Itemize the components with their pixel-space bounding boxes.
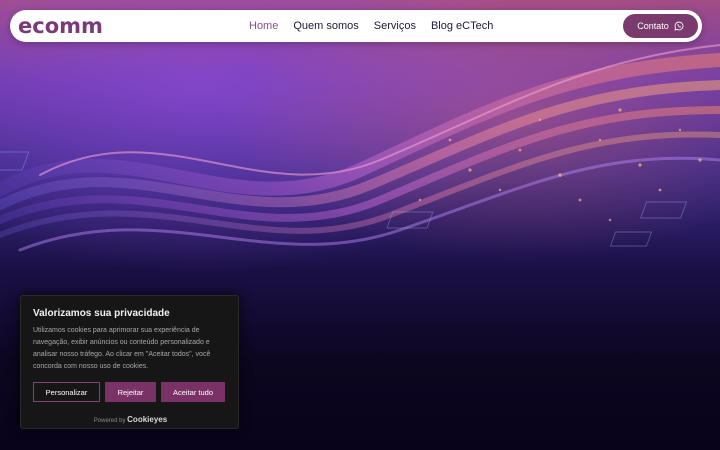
nav-link-home[interactable]: Home (249, 19, 278, 33)
cookie-consent-banner: Valorizamos sua privacidade Utilizamos c… (20, 295, 239, 429)
nav-links: Home Quem somos Serviços Blog eCTech (249, 19, 493, 33)
reject-button[interactable]: Rejeitar (105, 382, 156, 402)
powered-by-cookieyes[interactable]: Powered by Cookieyes (21, 415, 240, 424)
top-navbar: ecomm Home Quem somos Serviços Blog eCTe… (10, 10, 702, 42)
cookie-banner-buttons: Personalizar Rejeitar Aceitar tudo (33, 382, 225, 402)
nav-link-servicos[interactable]: Serviços (374, 19, 416, 33)
powered-by-label: Powered by (93, 418, 126, 424)
brand-logo[interactable]: ecomm (18, 13, 103, 39)
nav-link-quem-somos[interactable]: Quem somos (293, 19, 358, 33)
nav-link-blog[interactable]: Blog eCTech (431, 19, 493, 33)
accept-all-button[interactable]: Aceitar tudo (161, 382, 225, 402)
contact-button[interactable]: Contato (623, 14, 698, 38)
contact-button-label: Contato (637, 21, 669, 31)
cookieyes-logo: Cookieyes (127, 415, 168, 424)
cookie-banner-text: Utilizamos cookies para aprimorar sua ex… (33, 327, 211, 370)
whatsapp-icon (674, 21, 684, 31)
cookie-banner-title: Valorizamos sua privacidade (33, 308, 170, 319)
customize-button[interactable]: Personalizar (33, 382, 100, 402)
